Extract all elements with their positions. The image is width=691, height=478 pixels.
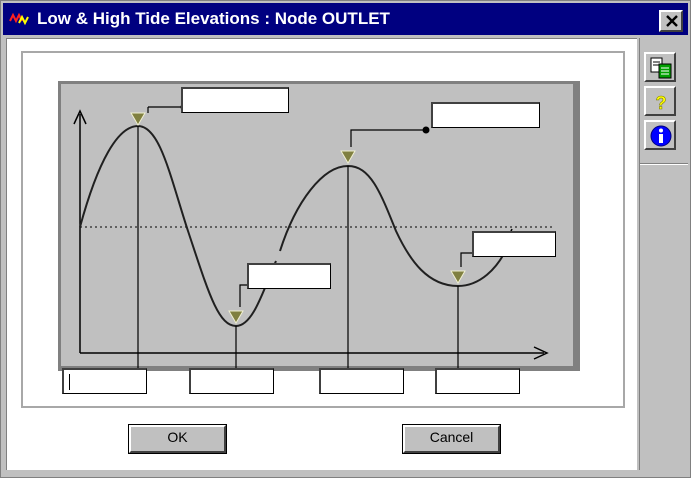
ok-button-label: OK [167, 429, 188, 445]
help-icon: ? [655, 93, 667, 114]
info-button[interactable] [644, 120, 676, 150]
dialog-window: Low & High Tide Elevations : Node OUTLET [0, 0, 691, 478]
copy-button[interactable] [644, 52, 676, 82]
time-2-field[interactable] [189, 368, 274, 394]
svg-text:?: ? [656, 93, 667, 113]
ok-button-frame: OK [128, 424, 227, 454]
copy-icon [650, 57, 672, 79]
dialog-body: OK Cancel [6, 38, 637, 470]
time-3-field[interactable] [319, 368, 404, 394]
cancel-button-label: Cancel [429, 429, 474, 445]
low-tide-2-elevation-field[interactable] [472, 231, 556, 257]
title-bar: Low & High Tide Elevations : Node OUTLET [3, 3, 688, 35]
ok-button[interactable]: OK [129, 425, 226, 453]
cancel-button[interactable]: Cancel [403, 425, 500, 453]
high-tide-1-elevation-field[interactable] [181, 87, 289, 113]
tide-group-box [21, 51, 625, 408]
info-icon [650, 125, 672, 147]
window-title: Low & High Tide Elevations : Node OUTLET [37, 9, 390, 28]
close-button[interactable] [659, 10, 683, 32]
help-button[interactable]: ? [644, 86, 676, 116]
toolbar-separator [640, 163, 688, 165]
time-1-field[interactable] [62, 368, 147, 394]
high-tide-2-leader-dot [422, 126, 430, 134]
cancel-button-frame: Cancel [402, 424, 501, 454]
time-4-field[interactable] [435, 368, 520, 394]
close-icon [666, 15, 678, 27]
side-toolbar: ? [639, 38, 688, 470]
high-tide-2-elevation-field[interactable] [431, 102, 540, 128]
low-tide-1-elevation-field[interactable] [247, 263, 331, 289]
app-icon [9, 11, 31, 27]
